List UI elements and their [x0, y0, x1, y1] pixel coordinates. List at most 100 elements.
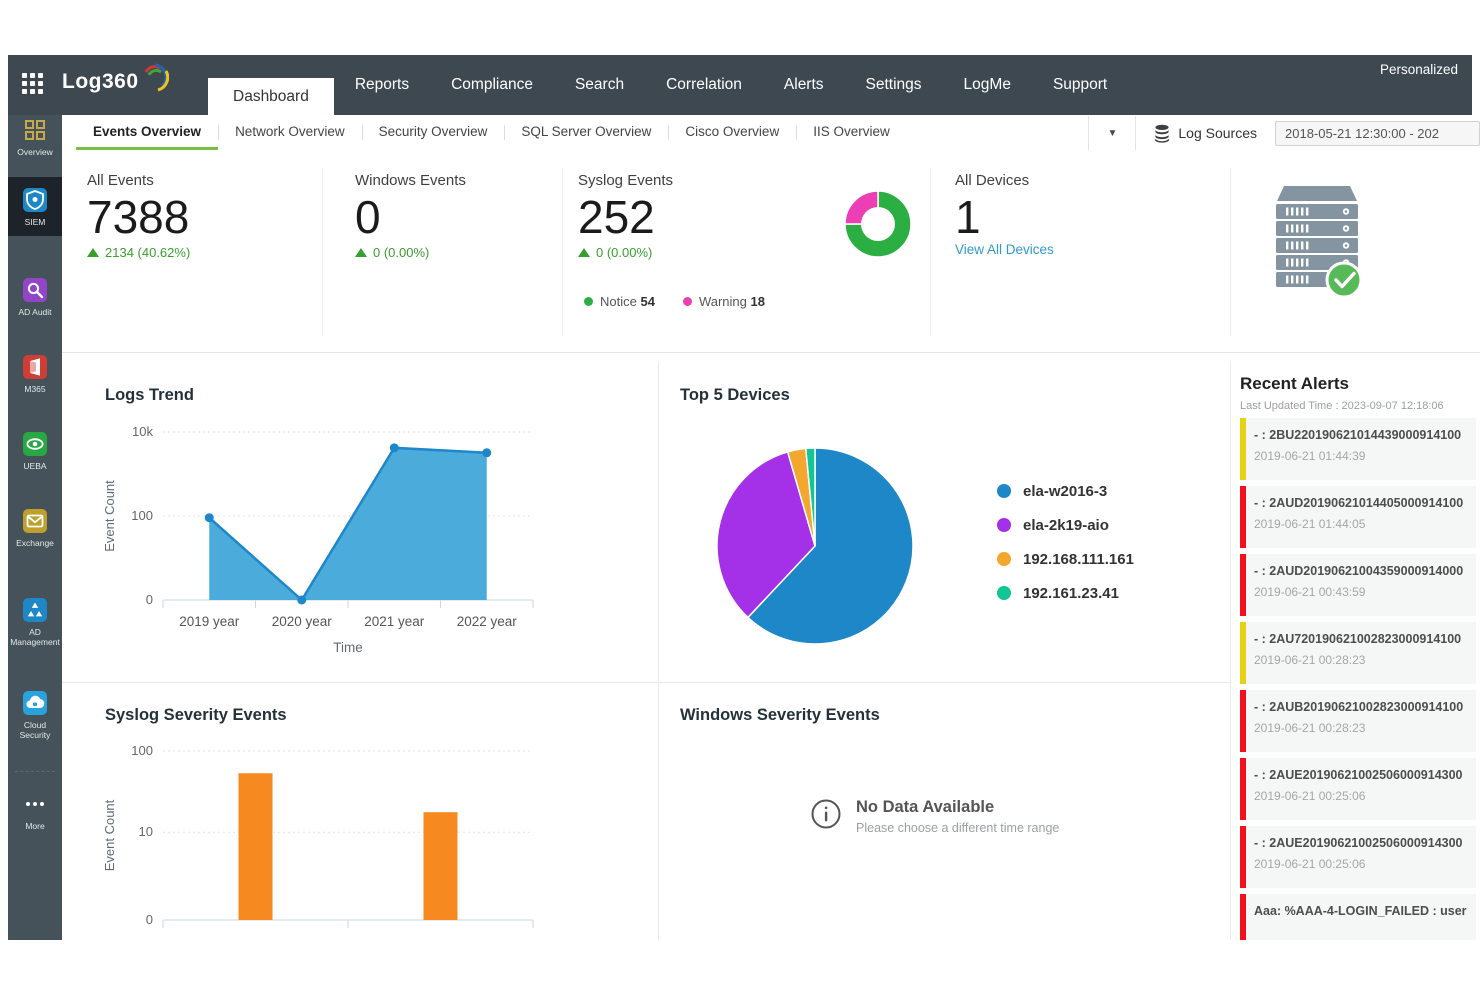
alert-timestamp: 2019-06-21 01:44:05	[1254, 517, 1468, 531]
sidebar-item-label: Cloud Security	[8, 720, 62, 740]
alert-timestamp: 2019-06-21 00:28:23	[1254, 653, 1468, 667]
stat-label: All Devices	[955, 172, 1029, 189]
nav-tab-compliance[interactable]: Compliance	[430, 55, 554, 115]
svg-text:100: 100	[131, 743, 153, 758]
divider	[658, 362, 659, 940]
sidebar-item-ueba[interactable]: UEBA	[8, 431, 62, 471]
svg-text:2021 year: 2021 year	[364, 614, 425, 629]
app-grid-icon[interactable]	[22, 73, 48, 99]
recent-alerts-list: - : 2BU220190621014439000914100 2019-06-2…	[1240, 418, 1476, 940]
alert-item[interactable]: Aaa: %AAA-4-LOGIN_FAILED : user a	[1240, 894, 1476, 940]
alert-timestamp: 2019-06-21 00:25:06	[1254, 857, 1468, 871]
alert-item[interactable]: - : 2AUE201906210025060009143002019-06-2…	[1240, 826, 1476, 888]
subtab-cisco-overview[interactable]: Cisco Overview	[668, 115, 796, 151]
legend-item-192.161.23.41[interactable]: 192.161.23.41	[997, 576, 1134, 610]
subtab-sql-server-overview[interactable]: SQL Server Overview	[504, 115, 668, 151]
svg-text:2022 year: 2022 year	[457, 614, 518, 629]
alert-item[interactable]: - : 2AU720190621002823000914100 2019-06-2…	[1240, 622, 1476, 684]
sidebar-item-label: SIEM	[8, 217, 62, 227]
alert-item[interactable]: - : 2BU220190621014439000914100 2019-06-2…	[1240, 418, 1476, 480]
nav-tab-support[interactable]: Support	[1032, 55, 1128, 115]
alert-severity-bar	[1240, 486, 1246, 548]
legend-item-ela-w2016-3[interactable]: ela-w2016-3	[997, 474, 1134, 508]
syslog-severity-bar-chart[interactable]: 010100Event Count	[100, 700, 570, 940]
more-tabs-dropdown[interactable]: ▼	[1088, 116, 1136, 151]
stat-value: 0	[355, 190, 381, 244]
alert-item[interactable]: - : 2AUD20190621014405000914100 2019-06-2…	[1240, 486, 1476, 548]
up-arrow-icon	[355, 248, 367, 257]
alert-severity-bar	[1240, 894, 1246, 940]
stat-value: 7388	[87, 190, 189, 244]
alert-message: - : 2AUD20190621014405000914100	[1254, 496, 1468, 510]
logo: Log360	[62, 70, 169, 94]
recent-alerts-last-updated: Last Updated Time : 2023-09-07 12:18:06	[1240, 400, 1444, 412]
view-all-devices-link[interactable]: View All Devices	[955, 242, 1054, 257]
sidebar-item-exchange[interactable]: Exchange	[8, 508, 62, 548]
sidebar-item-m365[interactable]: M365	[8, 354, 62, 394]
legend-item-notice[interactable]: Notice 54	[584, 294, 655, 309]
log-sources-button[interactable]: Log Sources	[1136, 124, 1275, 143]
alert-item[interactable]: - : 2AUB201906210028230009141002019-06-2…	[1240, 690, 1476, 752]
alert-severity-bar	[1240, 622, 1246, 684]
alert-item[interactable]: - : 2AUE201906210025060009143002019-06-2…	[1240, 758, 1476, 820]
sidebar: Overview SIEM AD Audit M365 UEBA Exchange AD M…	[8, 115, 62, 940]
main-nav: DashboardReportsComplianceSearchCorrelat…	[208, 55, 1128, 115]
sidebar-item-siem[interactable]: SIEM	[8, 177, 62, 236]
divider	[1230, 168, 1231, 336]
subtab-security-overview[interactable]: Security Overview	[362, 115, 505, 151]
logo-swoosh-icon	[141, 62, 169, 92]
personalized-label[interactable]: Personalized	[1380, 62, 1458, 77]
subtab-network-overview[interactable]: Network Overview	[218, 115, 362, 151]
stat-value: 252	[578, 190, 655, 244]
nav-tab-reports[interactable]: Reports	[334, 55, 430, 115]
sidebar-item-overview[interactable]: Overview	[8, 117, 62, 157]
nav-tab-dashboard[interactable]: Dashboard	[208, 78, 334, 115]
up-arrow-icon	[87, 248, 99, 257]
nav-tab-settings[interactable]: Settings	[845, 55, 943, 115]
sidebar-item-ad-audit[interactable]: AD Audit	[8, 277, 62, 317]
top5-devices-pie-chart[interactable]	[690, 421, 940, 676]
sidebar-item-cloud-security[interactable]: Cloud Security	[8, 690, 62, 740]
legend-dot	[997, 552, 1011, 566]
nav-tab-logme[interactable]: LogMe	[943, 55, 1032, 115]
sidebar-item-label: Exchange	[8, 538, 62, 548]
syslog-breakdown-donut-chart[interactable]	[840, 186, 916, 267]
svg-text:0: 0	[146, 912, 153, 927]
cloud-security-icon	[22, 690, 48, 716]
svg-text:2019 year: 2019 year	[179, 614, 240, 629]
date-range-input[interactable]: 2018-05-21 12:30:00 - 202	[1275, 121, 1480, 146]
ad-management-icon	[22, 597, 48, 623]
nav-tab-search[interactable]: Search	[554, 55, 645, 115]
sidebar-item-ad-management[interactable]: AD Management	[8, 597, 62, 647]
divider	[62, 682, 1230, 683]
alert-severity-bar	[1240, 690, 1246, 752]
alert-severity-bar	[1240, 758, 1246, 820]
sidebar-item-more[interactable]: More	[8, 791, 62, 831]
nav-tab-correlation[interactable]: Correlation	[645, 55, 763, 115]
alert-severity-bar	[1240, 826, 1246, 888]
alert-message: - : 2BU220190621014439000914100	[1254, 428, 1468, 442]
alert-item[interactable]: - : 2AUD201906210043590009140002019-06-2…	[1240, 554, 1476, 616]
sidebar-separator	[15, 771, 55, 772]
siem-shield-icon	[22, 187, 48, 213]
subtab-events-overview[interactable]: Events Overview	[76, 115, 218, 151]
legend-dot	[683, 297, 692, 306]
divider	[562, 168, 563, 336]
recent-alerts-title: Recent Alerts	[1240, 374, 1349, 394]
log-sources-label: Log Sources	[1178, 125, 1257, 141]
no-data-hint: Please choose a different time range	[856, 821, 1059, 835]
alert-timestamp: 2019-06-21 01:44:39	[1254, 449, 1468, 463]
sidebar-item-label: AD Management	[8, 627, 62, 647]
legend-item-192.168.111.161[interactable]: 192.168.111.161	[997, 542, 1134, 576]
m365-icon	[22, 354, 48, 380]
subtab-iis-overview[interactable]: IIS Overview	[796, 115, 907, 151]
syslog-breakdown-legend: Notice 54 Warning 18	[584, 294, 765, 309]
top5-devices-legend: ela-w2016-3ela-2k19-aio192.168.111.16119…	[997, 474, 1134, 610]
nav-tab-alerts[interactable]: Alerts	[763, 55, 845, 115]
alert-timestamp: 2019-06-21 00:28:23	[1254, 721, 1468, 735]
alert-message: - : 2AU720190621002823000914100	[1254, 632, 1468, 646]
charts-area: Logs Trend 010010kEvent Count2019 year20…	[62, 362, 1480, 940]
legend-item-ela-2k19-aio[interactable]: ela-2k19-aio	[997, 508, 1134, 542]
logs-trend-chart[interactable]: 010010kEvent Count2019 year2020 year2021…	[100, 380, 570, 677]
legend-item-warning[interactable]: Warning 18	[683, 294, 765, 309]
